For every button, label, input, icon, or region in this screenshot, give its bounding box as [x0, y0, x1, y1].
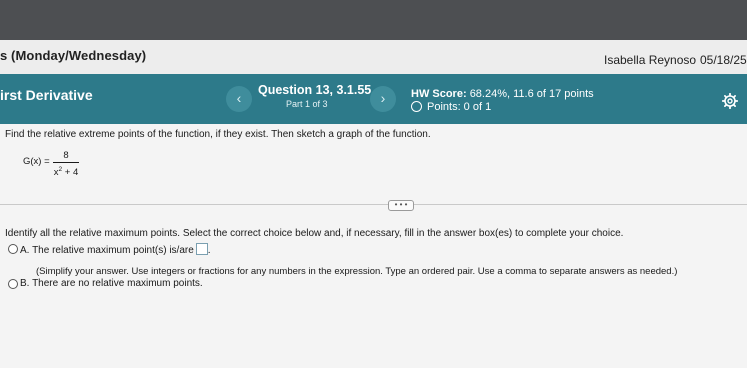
- function-lhs: G(x) =: [23, 156, 50, 167]
- radio-button-icon[interactable]: [8, 279, 18, 289]
- fraction-numerator: 8: [63, 150, 69, 161]
- denominator-exponent: 2: [58, 166, 63, 173]
- choice-a[interactable]: A. The relative maximum point(s) is/are.: [20, 243, 211, 256]
- choice-b-text: There are no relative maximum points.: [32, 278, 203, 289]
- section-divider: [0, 204, 747, 205]
- previous-question-button[interactable]: ‹: [226, 86, 252, 112]
- expand-more-button[interactable]: • • •: [388, 200, 414, 211]
- denominator-rest: + 4: [64, 167, 79, 178]
- points-text: Points: 0 of 1: [427, 101, 492, 113]
- choice-a-letter: A.: [20, 245, 30, 256]
- choice-b-letter: B.: [20, 278, 30, 289]
- course-title: s (Monday/Wednesday): [0, 48, 147, 63]
- points-circle-icon: [411, 101, 422, 112]
- gear-icon[interactable]: [722, 93, 738, 109]
- question-prompt: Identify all the relative maximum points…: [5, 228, 624, 239]
- browser-top-strip: [0, 0, 747, 40]
- radio-button-icon[interactable]: [8, 244, 18, 254]
- question-instruction: Find the relative extreme points of the …: [5, 129, 431, 140]
- function-fraction: 8 x2 + 4: [53, 150, 79, 178]
- fraction-denominator: x2 + 4: [53, 164, 79, 178]
- choice-b[interactable]: B. There are no relative maximum points.: [20, 278, 203, 289]
- hw-score: HW Score: 68.24%, 11.6 of 17 points: [411, 88, 594, 100]
- choice-a-period: .: [207, 245, 211, 256]
- date-text: 05/18/25 1: [700, 53, 747, 67]
- user-name: Isabella Reynoso: [604, 53, 697, 67]
- fraction-bar: [53, 162, 79, 163]
- hw-score-label: HW Score:: [411, 88, 467, 100]
- points-row: Points: 0 of 1: [411, 101, 491, 113]
- hw-score-value: 68.24%, 11.6 of 17 points: [469, 88, 594, 100]
- question-title: Question 13, 3.1.55: [258, 83, 372, 97]
- choice-a-note: (Simplify your answer. Use integers or f…: [36, 266, 678, 277]
- homework-title: irst Derivative: [0, 87, 93, 103]
- next-question-button[interactable]: ›: [370, 86, 396, 112]
- answer-box[interactable]: [195, 243, 208, 255]
- question-part: Part 1 of 3: [286, 99, 328, 109]
- choice-a-text: The relative maximum point(s) is/are: [32, 245, 194, 256]
- homework-bar: irst Derivative ‹ Question 13, 3.1.55 Pa…: [0, 74, 747, 124]
